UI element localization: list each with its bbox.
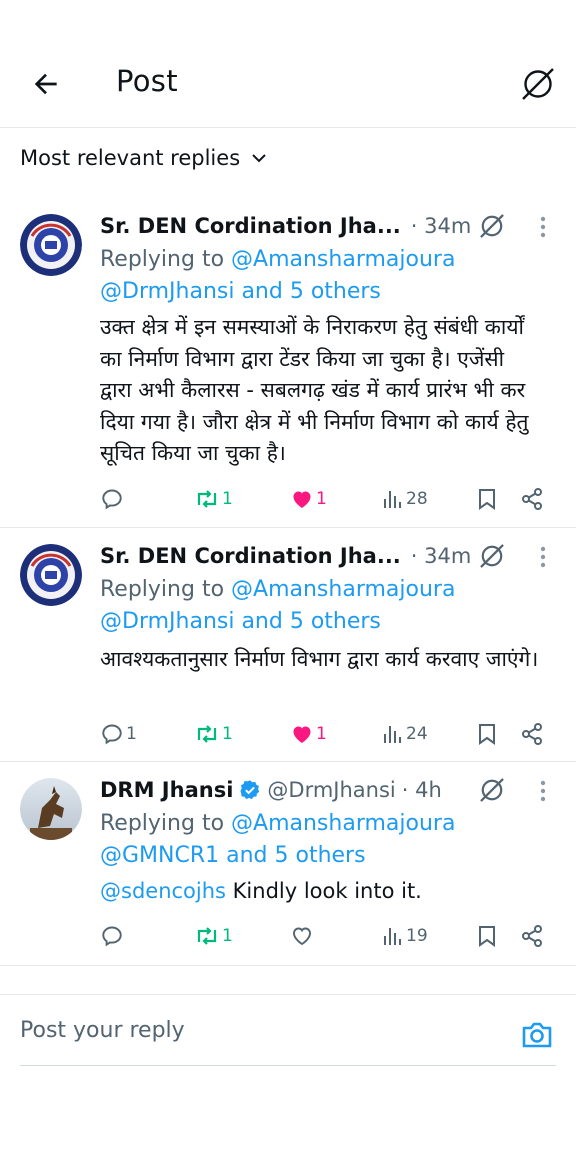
author-name[interactable]: DRM Jhansi [100,778,233,802]
heart-icon [293,491,311,508]
bookmark-icon [479,489,495,510]
reply-composer [20,1014,556,1066]
reply-tweet[interactable]: Sr. DEN Cordination Jha... · 34m Replyin… [0,190,576,528]
heart-icon [293,726,311,743]
reply-icon [102,724,122,745]
more-icon [540,780,546,802]
sort-label: Most relevant replies [20,146,241,170]
divider [0,994,576,995]
tweet-text: @sdencojhs Kindly look into it. [100,879,422,903]
views-icon [384,928,401,945]
reply-input[interactable] [20,1018,500,1043]
mention-link[interactable]: @DrmJhansi and 5 others [100,609,381,634]
share-icon [522,488,542,510]
replying-to: Replying to @Amansharmajoura @DrmJhansi … [100,577,456,634]
grok-button[interactable] [478,542,506,570]
bookmark-icon [479,724,495,745]
mention-link[interactable]: @sdencojhs [100,879,226,903]
replying-to: Replying to @Amansharmajoura @GMNCR1 and… [100,811,456,868]
post-time: · 4h [401,778,442,802]
views-button[interactable]: 19 [382,921,428,951]
views-icon [384,491,401,508]
views-button[interactable]: 28 [382,484,428,514]
repost-button[interactable]: 1 [194,484,233,514]
more-icon [540,216,546,238]
heart-icon [293,927,311,946]
author-name[interactable]: Sr. DEN Cordination Jha... [100,544,401,568]
avatar[interactable] [20,544,82,606]
share-button[interactable] [520,484,544,514]
share-button[interactable] [520,719,544,749]
author-handle[interactable]: @DrmJhansi [267,778,395,802]
reply-button[interactable] [100,484,126,514]
repost-icon [197,927,217,945]
grok-icon [480,544,504,568]
camera-button[interactable] [520,1018,554,1052]
more-icon [540,546,546,568]
sort-dropdown[interactable]: Most relevant replies [20,146,268,170]
back-button[interactable] [28,66,64,102]
bookmark-button[interactable] [476,484,498,514]
grok-button[interactable] [478,212,506,240]
camera-icon [522,1022,552,1048]
share-icon [522,925,542,947]
grok-icon [480,778,504,802]
chevron-down-icon [252,154,266,163]
action-bar: 1 1 1 24 [100,719,556,749]
share-button[interactable] [520,921,544,951]
grok-icon [522,68,554,100]
back-arrow-icon [34,73,57,95]
post-time: · 34m [410,544,472,568]
views-button[interactable]: 24 [382,719,428,749]
reply-icon [102,489,122,510]
repost-icon [197,490,217,508]
avatar[interactable] [20,778,82,840]
repost-button[interactable]: 1 [194,719,233,749]
grok-button[interactable] [518,64,558,104]
action-bar: 1 19 [100,921,556,951]
mention-link[interactable]: @Amansharmajoura [231,811,455,836]
action-bar: 1 1 28 [100,484,556,514]
author-name[interactable]: Sr. DEN Cordination Jha... [100,214,401,238]
mention-link[interactable]: @GMNCR1 and 5 others [100,843,366,868]
verified-icon [240,780,260,800]
grok-button[interactable] [478,776,506,804]
bookmark-icon [479,926,495,947]
reply-button[interactable] [100,921,126,951]
tweet-text: उक्त क्षेत्र में इन समस्याओं के निराकरण … [100,315,529,465]
reply-icon [102,926,122,947]
share-icon [522,723,542,745]
tweet-text: आवश्यकतानुसार निर्माण विभाग द्वारा कार्य… [100,647,539,671]
more-button[interactable] [530,212,556,242]
more-button[interactable] [530,776,556,806]
mention-link[interactable]: @DrmJhansi and 5 others [100,279,381,304]
reply-tweet[interactable]: DRM Jhansi @DrmJhansi · 4h Replying to @… [0,762,576,966]
grok-icon [480,214,504,238]
mention-link[interactable]: @Amansharmajoura [231,577,455,602]
like-button[interactable] [290,921,316,951]
avatar[interactable] [20,214,82,276]
like-button[interactable]: 1 [290,719,327,749]
repost-icon [197,725,217,743]
more-button[interactable] [530,542,556,572]
mention-link[interactable]: @Amansharmajoura [231,247,455,272]
reply-tweet[interactable]: Sr. DEN Cordination Jha... · 34m Replyin… [0,528,576,762]
repost-button[interactable]: 1 [194,921,233,951]
page-title: Post [116,64,178,98]
replying-to: Replying to @Amansharmajoura @DrmJhansi … [100,247,456,304]
like-button[interactable]: 1 [290,484,327,514]
bookmark-button[interactable] [476,719,498,749]
top-bar: Post [0,0,576,128]
post-time: · 34m [410,214,472,238]
bookmark-button[interactable] [476,921,498,951]
reply-button[interactable]: 1 [100,719,137,749]
views-icon [384,726,401,743]
